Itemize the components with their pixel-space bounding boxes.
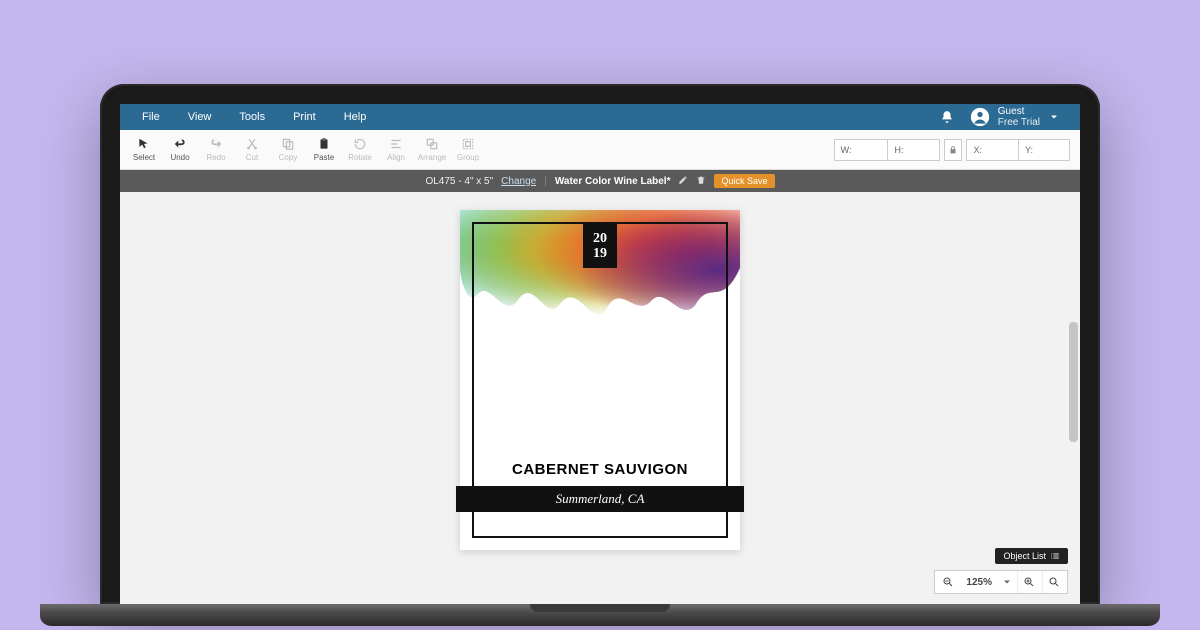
arrange-button[interactable]: Arrange xyxy=(414,131,450,169)
select-button[interactable]: Select xyxy=(126,131,162,169)
bell-icon[interactable] xyxy=(940,110,954,124)
w-label: W: xyxy=(835,145,858,155)
zoom-dropdown-icon[interactable] xyxy=(999,571,1015,593)
user-area: Guest Free Trial xyxy=(940,104,1072,131)
user-menu[interactable]: Guest Free Trial xyxy=(964,104,1066,131)
redo-button[interactable]: Redo xyxy=(198,131,234,169)
screen-bezel: File View Tools Print Help xyxy=(100,84,1100,604)
doc-sku: OL475 - 4" x 5" xyxy=(425,176,493,187)
chevron-down-icon xyxy=(1048,111,1060,123)
quick-save-button[interactable]: Quick Save xyxy=(714,174,774,188)
document-info-bar: OL475 - 4" x 5" Change | Water Color Win… xyxy=(120,170,1080,192)
canvas-area[interactable]: 20 19 CABERNET SAUVIGON Summerland, CA O… xyxy=(120,192,1080,604)
user-name-label: Guest xyxy=(998,106,1040,118)
menu-help[interactable]: Help xyxy=(330,111,381,123)
zoom-out-button[interactable] xyxy=(937,571,959,593)
undo-button[interactable]: Undo xyxy=(162,131,198,169)
user-icon xyxy=(970,107,990,127)
group-button[interactable]: Group xyxy=(450,131,486,169)
h-label: H: xyxy=(888,145,909,155)
menu-view[interactable]: View xyxy=(174,111,226,123)
wine-name-text[interactable]: CABERNET SAUVIGON xyxy=(460,461,740,478)
year-badge[interactable]: 20 19 xyxy=(583,224,617,268)
app-screen: File View Tools Print Help xyxy=(120,104,1080,604)
vertical-scrollbar[interactable] xyxy=(1069,322,1078,442)
zoom-in-button[interactable] xyxy=(1017,571,1040,593)
delete-icon[interactable] xyxy=(696,175,706,188)
cut-button[interactable]: Cut xyxy=(234,131,270,169)
paste-button[interactable]: Paste xyxy=(306,131,342,169)
laptop-base xyxy=(40,604,1160,626)
doc-title: Water Color Wine Label* xyxy=(555,176,671,187)
zoom-value[interactable]: 125% xyxy=(961,571,997,593)
rotate-button[interactable]: Rotate xyxy=(342,131,378,169)
toolbar: Select Undo Redo Cut Copy xyxy=(120,130,1080,170)
object-list-button[interactable]: Object List xyxy=(995,548,1068,564)
laptop-frame: File View Tools Print Help xyxy=(100,84,1100,626)
zoom-fit-button[interactable] xyxy=(1042,571,1065,593)
menubar: File View Tools Print Help xyxy=(120,104,1080,130)
menu-items: File View Tools Print Help xyxy=(128,111,380,123)
user-plan-label: Free Trial xyxy=(998,117,1040,129)
edit-title-icon[interactable] xyxy=(678,175,688,188)
x-label: X: xyxy=(967,145,988,155)
y-label: Y: xyxy=(1019,145,1039,155)
size-fields[interactable]: W: H: xyxy=(834,139,941,161)
menu-print[interactable]: Print xyxy=(279,111,330,123)
align-button[interactable]: Align xyxy=(378,131,414,169)
lock-aspect-button[interactable] xyxy=(944,139,962,161)
copy-button[interactable]: Copy xyxy=(270,131,306,169)
menu-tools[interactable]: Tools xyxy=(225,111,279,123)
position-fields[interactable]: X: Y: xyxy=(966,139,1070,161)
menu-file[interactable]: File xyxy=(128,111,174,123)
change-template-link[interactable]: Change xyxy=(501,176,536,187)
user-text: Guest Free Trial xyxy=(998,106,1040,129)
origin-text[interactable]: Summerland, CA xyxy=(456,486,744,512)
zoom-controls: 125% xyxy=(934,570,1068,594)
label-artboard[interactable]: 20 19 CABERNET SAUVIGON Summerland, CA xyxy=(460,210,740,550)
